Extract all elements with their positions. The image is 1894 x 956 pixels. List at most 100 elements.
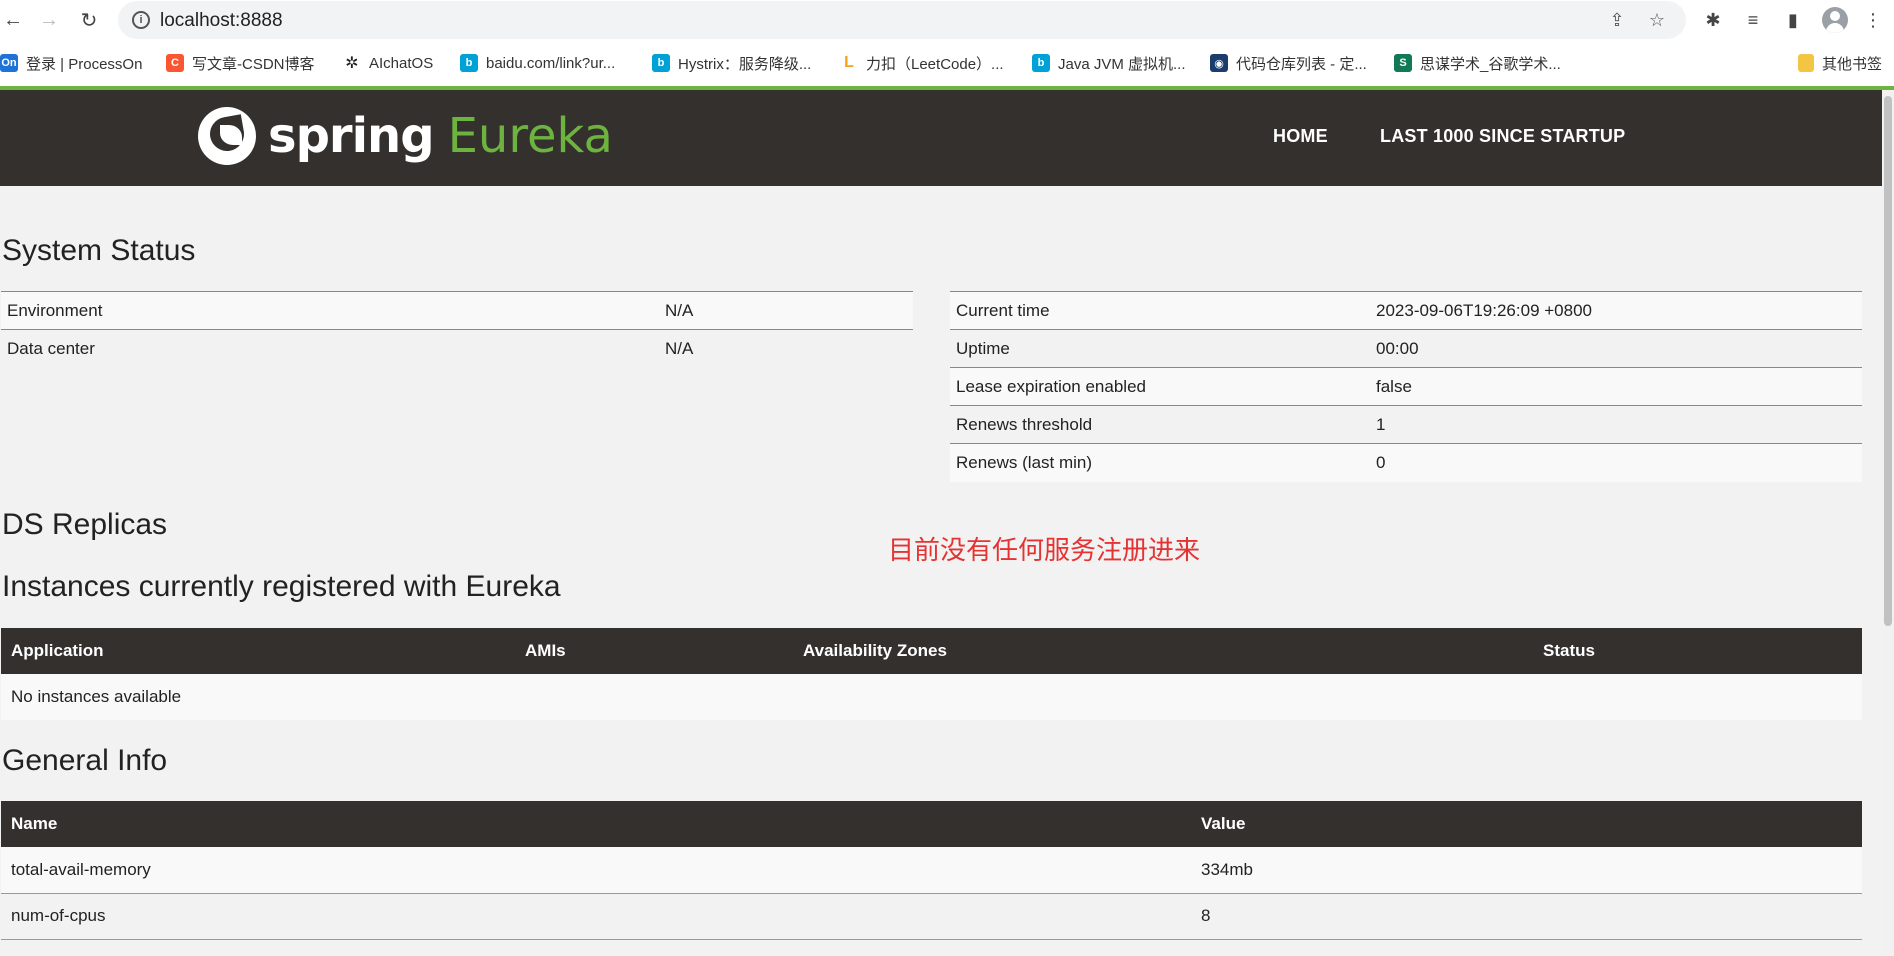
extensions-icon[interactable]: ✱ [1700, 7, 1726, 33]
table-header-row: Name Value [1, 801, 1862, 847]
repo-icon: ◉ [1210, 54, 1228, 72]
bookmark-label: 代码仓库列表 - 定... [1236, 55, 1367, 73]
address-bar[interactable]: i localhost:8888 ⇪ ☆ [118, 1, 1686, 39]
status-key: Data center [1, 329, 659, 368]
column-header-amis: AMIs [515, 628, 793, 674]
table-row: Renews (last min) 0 [950, 443, 1862, 482]
bookmarks-bar: On 登录 | ProcessOn C 写文章-CSDN博客 ✲ AIchatO… [0, 48, 1894, 78]
bookmark-label: 登录 | ProcessOn [26, 55, 143, 73]
logo-eureka-text: Eureka [447, 108, 613, 164]
bookmark-label: baidu.com/link?ur... [486, 54, 616, 72]
ds-replicas-heading: DS Replicas [2, 508, 168, 541]
table-row: Current time 2023-09-06T19:26:09 +0800 [950, 291, 1862, 330]
reading-list-icon[interactable]: ≡ [1740, 7, 1766, 33]
site-info-icon[interactable]: i [132, 11, 150, 29]
info-value: 8 [1191, 893, 1862, 940]
scholar-icon: S [1394, 54, 1412, 72]
table-row: No instances available [1, 674, 1862, 720]
profile-avatar-icon[interactable] [1822, 7, 1848, 33]
no-instances-message: No instances available [1, 674, 1862, 720]
address-url[interactable]: localhost:8888 [160, 10, 283, 32]
status-value: 0 [1370, 443, 1862, 482]
bookmark-label: 思谋学术_谷歌学术... [1420, 55, 1561, 73]
reload-icon[interactable]: ↻ [76, 7, 102, 33]
bilibili-icon: b [652, 54, 670, 72]
column-header-value: Value [1191, 801, 1862, 847]
bookmark-label: 写文章-CSDN博客 [192, 55, 315, 73]
bookmark-label: Java JVM 虚拟机... [1058, 55, 1186, 73]
table-row: Uptime 00:00 [950, 329, 1862, 368]
status-value: 00:00 [1370, 329, 1862, 368]
system-status-heading: System Status [2, 234, 196, 267]
folder-icon [1798, 54, 1814, 72]
system-status-right-table: Current time 2023-09-06T19:26:09 +0800 U… [950, 291, 1862, 482]
system-status-left-table: Environment N/A Data center N/A [1, 291, 913, 368]
column-header-status: Status [1533, 628, 1862, 674]
column-header-application: Application [1, 628, 515, 674]
spring-eureka-logo[interactable]: spring Eureka [198, 104, 613, 168]
side-panel-icon[interactable]: ▮ [1780, 7, 1806, 33]
back-icon[interactable]: ← [0, 7, 26, 33]
table-row: total-avail-memory 334mb [1, 847, 1862, 894]
bilibili-icon: b [460, 54, 478, 72]
status-key: Renews (last min) [950, 443, 1370, 482]
status-value: 2023-09-06T19:26:09 +0800 [1370, 291, 1862, 330]
instances-heading: Instances currently registered with Eure… [2, 570, 561, 603]
page-scrollbar[interactable] [1882, 90, 1894, 956]
table-row: Data center N/A [1, 329, 913, 368]
status-key: Environment [1, 291, 659, 330]
status-key: Uptime [950, 329, 1370, 368]
nav-last-1000-link[interactable]: LAST 1000 SINCE STARTUP [1380, 126, 1625, 147]
bookmark-aichatos[interactable]: ✲ AIchatOS [343, 52, 433, 74]
forward-icon[interactable]: → [36, 7, 62, 33]
browser-toolbar: ← → ↻ i localhost:8888 ⇪ ☆ ✱ ≡ ▮ ⋮ [0, 0, 1894, 40]
status-key: Lease expiration enabled [950, 367, 1370, 406]
bookmark-scholar[interactable]: S 思谋学术_谷歌学术... [1394, 52, 1561, 74]
bookmark-leetcode[interactable]: L 力扣（LeetCode）... [840, 52, 1004, 74]
general-info-heading: General Info [2, 744, 168, 777]
bookmark-label: 其他书签 [1822, 55, 1883, 73]
openai-icon: ✲ [343, 54, 361, 72]
bilibili-icon: b [1032, 54, 1050, 72]
csdn-icon: C [166, 54, 184, 72]
spring-leaf-icon [198, 107, 256, 165]
status-value: N/A [659, 291, 913, 330]
share-icon[interactable]: ⇪ [1606, 9, 1628, 31]
status-value: 1 [1370, 405, 1862, 444]
instances-table: Application AMIs Availability Zones Stat… [1, 628, 1862, 720]
bookmark-processon[interactable]: On 登录 | ProcessOn [0, 52, 142, 74]
status-value: false [1370, 367, 1862, 406]
bookmark-code-repo[interactable]: ◉ 代码仓库列表 - 定... [1210, 52, 1367, 74]
table-row: Environment N/A [1, 291, 913, 330]
nav-home-link[interactable]: HOME [1273, 126, 1328, 147]
status-key: Renews threshold [950, 405, 1370, 444]
table-header-row: Application AMIs Availability Zones Stat… [1, 628, 1862, 674]
bookmark-label: 力扣（LeetCode）... [866, 55, 1004, 73]
bookmark-label: Hystrix：服务降级... [678, 55, 812, 73]
status-value: N/A [659, 329, 913, 368]
browser-chrome: ← → ↻ i localhost:8888 ⇪ ☆ ✱ ≡ ▮ ⋮ On 登录… [0, 0, 1894, 86]
bookmark-baidu-link[interactable]: b baidu.com/link?ur... [460, 52, 615, 74]
leetcode-icon: L [840, 54, 858, 72]
scrollbar-thumb[interactable] [1884, 96, 1892, 626]
column-header-name: Name [1, 801, 1191, 847]
info-value: 334mb [1191, 847, 1862, 894]
bookmark-label: AIchatOS [369, 54, 434, 72]
column-header-availability-zones: Availability Zones [793, 628, 1533, 674]
logo-spring-text: spring [268, 108, 435, 164]
bookmark-star-icon[interactable]: ☆ [1646, 9, 1668, 31]
menu-kebab-icon[interactable]: ⋮ [1860, 7, 1886, 33]
table-row: num-of-cpus 8 [1, 893, 1862, 940]
processon-icon: On [0, 54, 18, 72]
general-info-table: Name Value total-avail-memory 334mb num-… [1, 801, 1862, 940]
info-name: num-of-cpus [1, 893, 1191, 940]
bookmark-hystrix[interactable]: b Hystrix：服务降级... [652, 52, 811, 74]
table-row: Renews threshold 1 [950, 405, 1862, 444]
annotation-text: 目前没有任何服务注册进来 [888, 536, 1201, 566]
bookmark-java-jvm[interactable]: b Java JVM 虚拟机... [1032, 52, 1186, 74]
eureka-navbar: spring Eureka HOME LAST 1000 SINCE START… [0, 90, 1882, 186]
table-row: Lease expiration enabled false [950, 367, 1862, 406]
info-name: total-avail-memory [1, 847, 1191, 894]
bookmark-csdn[interactable]: C 写文章-CSDN博客 [166, 52, 315, 74]
bookmark-other-folder[interactable]: 其他书签 [1798, 52, 1882, 74]
